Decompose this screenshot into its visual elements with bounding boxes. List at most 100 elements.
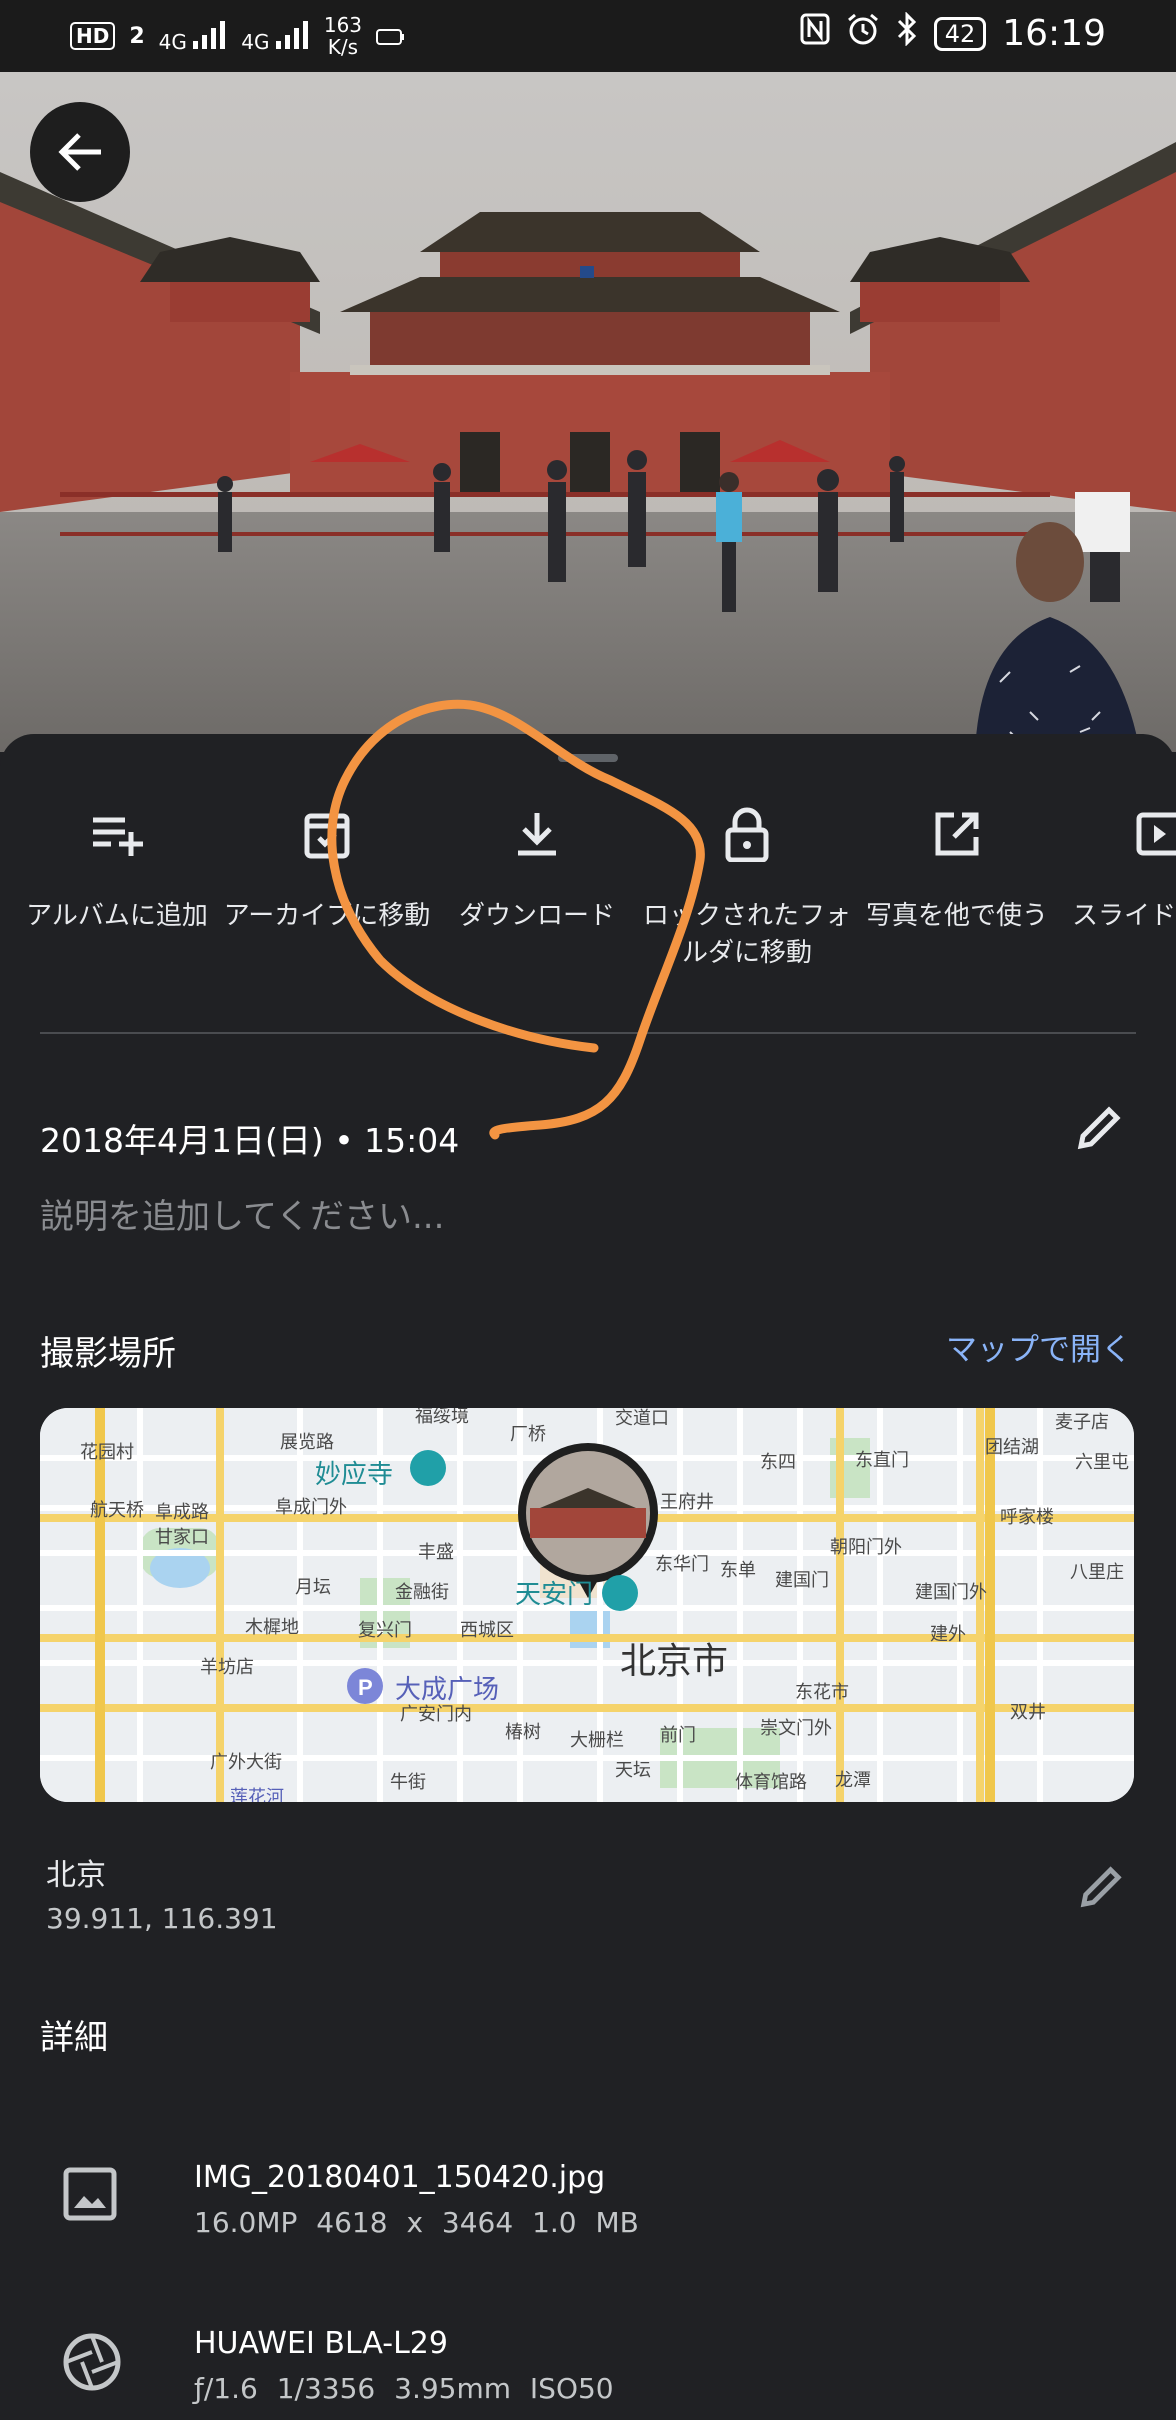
map-label: 花园村 xyxy=(80,1442,134,1462)
location-map[interactable]: P 花园村 展览路 阜成路 航天桥 甘家口 阜成门外 月坛 金融街 丰盛 木樨地… xyxy=(40,1408,1134,1802)
map-label: 莲花河 xyxy=(230,1787,284,1802)
map-label: 团结湖 xyxy=(985,1437,1039,1457)
map-label: 羊坊店 xyxy=(200,1657,254,1677)
map-label: 前门 xyxy=(660,1725,696,1745)
map-label: 双井 xyxy=(1010,1702,1046,1722)
battery-icon: 42 xyxy=(933,16,987,51)
add-to-album-button[interactable]: アルバムに追加 xyxy=(12,794,222,935)
slideshow-button[interactable]: スライドショー xyxy=(1062,794,1176,935)
pencil-icon xyxy=(1080,1866,1122,1908)
photo-datetime: 2018年4月1日(日) • 15:04 xyxy=(40,1121,460,1160)
map-label: 甘家口 xyxy=(155,1527,209,1547)
battery-saver-icon xyxy=(376,16,406,56)
divider xyxy=(40,1032,1136,1034)
map-label: 大栅栏 xyxy=(570,1730,624,1750)
download-icon xyxy=(518,813,556,856)
hd-voice-icon: HD xyxy=(70,22,116,50)
network-speed: 163 K/s xyxy=(323,13,363,59)
edit-datetime-button[interactable] xyxy=(1075,1104,1123,1156)
camera-aperture-icon xyxy=(62,2332,122,2396)
camera-details-row: HUAWEI BLA-L29 ƒ/1.6 1/3356 3.95mm ISO50 xyxy=(0,2310,1176,2420)
map-label: 建国门 xyxy=(775,1570,829,1590)
map-label: 体育馆路 xyxy=(735,1772,807,1792)
map-label: 广外大街 xyxy=(210,1752,282,1772)
action-label: スライドショー xyxy=(1072,901,1176,931)
move-to-locked-folder-button[interactable]: ロックされたフォルダに移動 xyxy=(642,794,852,972)
back-button[interactable] xyxy=(30,102,130,202)
action-label: アーカイブに移動 xyxy=(223,901,431,931)
map-label: 牛街 xyxy=(390,1772,426,1792)
signal-icon-2: 4G xyxy=(241,20,310,52)
status-bar: HD 2 4G 4G 163 K/s 42 16:19 xyxy=(0,0,1176,72)
camera-meta: ƒ/1.6 1/3356 3.95mm ISO50 xyxy=(194,2372,614,2405)
map-label: 建外 xyxy=(930,1624,966,1644)
signal-icon-1: 4G xyxy=(159,20,228,52)
arrow-back-icon xyxy=(58,133,101,171)
map-label: 椿树 xyxy=(505,1722,541,1742)
pencil-icon xyxy=(1077,1106,1121,1150)
archive-button[interactable]: アーカイブに移動 xyxy=(222,794,432,935)
file-meta: 16.0MP 4618 x 3464 1.0 MB xyxy=(194,2206,639,2239)
map-label: 东华门 xyxy=(655,1554,709,1574)
bluetooth-icon xyxy=(896,11,918,55)
location-name: 北京 xyxy=(46,1858,106,1893)
map-label: 六里屯 xyxy=(1075,1452,1129,1472)
map-label: 东直门 xyxy=(855,1450,909,1470)
sheet-drag-handle[interactable] xyxy=(558,754,618,762)
clock: 16:19 xyxy=(1002,13,1106,54)
map-label: 麦子店 xyxy=(1055,1412,1109,1432)
map-label: 建国门外 xyxy=(915,1582,987,1602)
map-label: 八里庄 xyxy=(1070,1562,1124,1582)
map-label: 天安门 xyxy=(515,1579,593,1609)
image-icon xyxy=(62,2166,118,2226)
map-label: 丰盛 xyxy=(418,1542,454,1562)
lock-icon xyxy=(725,807,769,862)
actions-row: アルバムに追加 アーカイブに移動 ダウンロード ロックされたフォルダに移動 写真… xyxy=(0,794,1176,994)
camera-model: HUAWEI BLA-L29 xyxy=(194,2326,448,2361)
map-label: 朝阳门外 xyxy=(830,1537,902,1557)
map-label: 福绥境 xyxy=(415,1408,469,1426)
map-label: 广安门内 xyxy=(400,1704,472,1724)
info-sheet: アルバムに追加 アーカイブに移動 ダウンロード ロックされたフォルダに移動 写真… xyxy=(0,734,1176,2405)
sim-indicator: 2 xyxy=(129,23,145,49)
map-label: 东四 xyxy=(760,1452,796,1472)
map-label: 东花市 xyxy=(795,1682,849,1702)
playlist-add-icon xyxy=(93,817,143,856)
details-section-title: 詳細 xyxy=(40,2018,108,2058)
map-label: 东单 xyxy=(720,1560,756,1580)
description-input[interactable]: 説明を追加してください... xyxy=(40,1189,444,1238)
map-label: 展览路 xyxy=(280,1432,334,1452)
location-section-title: 撮影場所 xyxy=(40,1334,176,1374)
action-label: ダウンロード xyxy=(458,901,615,931)
map-label: 阜成门外 xyxy=(275,1497,347,1517)
map-label: 厂桥 xyxy=(510,1424,546,1444)
map-label: 航天桥 xyxy=(90,1500,144,1520)
map-label: 呼家楼 xyxy=(1000,1507,1054,1527)
action-label: アルバムに追加 xyxy=(26,901,208,931)
map-label: 阜成路 xyxy=(155,1502,209,1522)
map-label: 复兴门 xyxy=(358,1620,412,1640)
map-label: 龙潭 xyxy=(835,1770,871,1790)
map-label: 月坛 xyxy=(295,1577,331,1597)
action-label: 写真を他で使う xyxy=(865,901,1048,931)
action-label: ロックされたフォルダに移動 xyxy=(642,901,851,968)
map-label: 木樨地 xyxy=(245,1617,299,1637)
nfc-icon xyxy=(800,13,830,54)
map-label: 大成广场 xyxy=(395,1674,499,1704)
file-details-row: IMG_20180401_150420.jpg 16.0MP 4618 x 34… xyxy=(0,2144,1176,2254)
use-elsewhere-button[interactable]: 写真を他で使う xyxy=(852,794,1062,935)
alarm-icon xyxy=(846,12,880,55)
map-label: 王府井 xyxy=(660,1492,714,1512)
edit-location-button[interactable] xyxy=(1078,1864,1124,1914)
file-name: IMG_20180401_150420.jpg xyxy=(194,2160,606,2195)
svg-text:P: P xyxy=(358,1675,373,1700)
open-in-new-icon xyxy=(935,812,979,856)
open-in-map-link[interactable]: マップで開く xyxy=(946,1324,1132,1369)
slideshow-icon xyxy=(1136,812,1176,856)
download-button[interactable]: ダウンロード xyxy=(432,794,642,935)
location-coordinates: 39.911, 116.391 xyxy=(46,1902,278,1935)
map-label: 崇文门外 xyxy=(760,1718,832,1738)
map-label: 北京市 xyxy=(620,1640,728,1681)
photo-preview[interactable] xyxy=(0,72,1176,752)
map-label: 金融街 xyxy=(395,1582,449,1602)
